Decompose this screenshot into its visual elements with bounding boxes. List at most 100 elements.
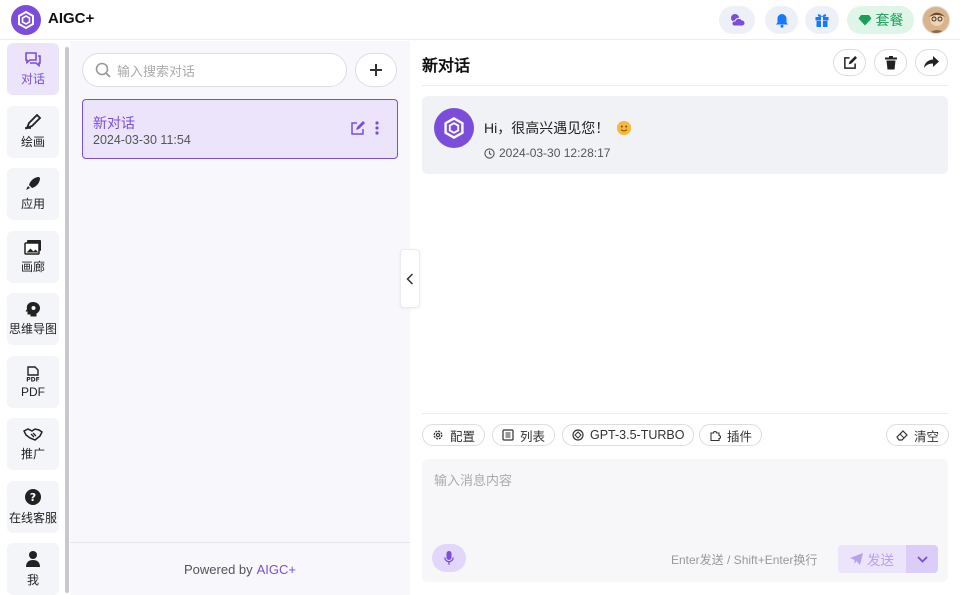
nav-scrollbar[interactable] [65,47,69,593]
message-input-placeholder: 输入消息内容 [434,473,513,488]
mindmap-icon [25,302,40,317]
nav-item-label: PDF [21,384,45,399]
package-label: 套餐 [875,12,904,28]
message-time-row: 2024-03-30 12:28:17 [484,146,610,160]
search-placeholder: 输入搜索对话 [117,63,196,79]
voice-input-button[interactable] [432,544,466,572]
chat-icon [25,52,41,67]
top-bar: AIGC+ 套餐 [0,0,960,40]
weather-button[interactable] [719,6,755,34]
trash-icon [884,55,897,69]
nav-item-mindmap[interactable]: 思维导图 [7,293,59,345]
message-text-row: Hi，很高兴遇见您！ [484,118,632,138]
message-text: Hi，很高兴遇见您！ [484,120,610,136]
weather-icon [731,14,746,27]
list-button[interactable]: 列表 [492,424,556,446]
clock-icon [484,147,495,159]
handshake-icon [23,428,43,441]
send-options-button[interactable] [906,545,938,573]
logo-icon[interactable] [11,5,41,35]
clear-label: 清空 [914,429,940,444]
app-brand: AIGC+ [48,10,95,27]
collapse-sidebar-button[interactable] [400,249,420,308]
plugins-button[interactable]: 插件 [699,424,763,446]
config-button[interactable]: 配置 [422,424,486,446]
list-label: 列表 [520,429,546,444]
nav-item-label: 在线客服 [8,511,57,525]
pdf-icon: PDF [26,365,40,382]
nav-item-label: 我 [26,573,39,587]
keyboard-hint: Enter发送 / Shift+Enter换行 [671,553,818,567]
list-icon [502,429,514,441]
nav-item-label: 对话 [20,72,45,86]
paper-plane-icon [850,553,863,565]
plus-icon [370,64,382,76]
nav-item-apps[interactable]: 应用 [7,168,59,220]
notification-button[interactable] [765,6,798,34]
delete-conversation-button[interactable] [874,49,907,76]
chevron-down-icon [916,555,928,563]
nav-item-gallery[interactable]: 画廊 [7,231,59,283]
gear-icon [433,430,443,440]
powered-by-link[interactable]: AIGC+ [257,562,296,577]
bell-icon [775,13,788,28]
left-nav: 对话 绘画 应用 画廊 思维导图 PDF PDF 推广 ? 在线客服 我 [0,41,70,595]
powered-by-footer: Powered by AIGC+ [70,542,410,595]
microphone-icon [444,551,454,565]
gallery-icon [24,240,41,255]
puzzle-icon [710,431,721,441]
edit-icon[interactable] [350,121,365,136]
nav-item-promotion[interactable]: 推广 [7,418,59,470]
edit-icon [843,55,857,69]
nav-item-support[interactable]: ? 在线客服 [7,481,59,533]
more-vertical-icon[interactable] [375,121,379,135]
header-divider [422,85,948,86]
gift-icon [815,14,829,27]
share-icon [924,56,939,68]
conversation-time: 2024-03-30 11:54 [93,133,191,147]
new-conversation-button[interactable] [355,53,397,87]
send-label: 发送 [867,553,894,568]
chat-title: 新对话 [422,58,471,75]
nav-item-label: 推广 [20,447,45,461]
send-button[interactable]: 发送 [838,545,906,573]
message-item: Hi，很高兴遇见您！ 2024-03-30 12:28:17 [422,96,948,174]
model-icon [572,429,584,441]
clear-button[interactable]: 清空 [886,424,950,446]
conversation-item[interactable]: 新对话 2024-03-30 11:54 [82,99,398,159]
conversation-title: 新对话 [93,115,135,131]
nav-item-chat[interactable]: 对话 [7,43,59,95]
search-input[interactable]: 输入搜索对话 [82,53,347,87]
svg-text:?: ? [30,491,36,504]
message-input[interactable]: 输入消息内容 Enter发送 / Shift+Enter换行 发送 [422,459,948,582]
model-select-button[interactable]: GPT-3.5-TURBO [562,424,695,446]
config-label: 配置 [450,429,476,444]
nav-item-pdf[interactable]: PDF PDF [7,356,59,408]
svg-text:PDF: PDF [26,376,39,382]
nav-item-me[interactable]: 我 [7,543,59,595]
nav-item-label: 思维导图 [8,322,57,336]
package-button[interactable]: 套餐 [847,6,914,34]
user-icon [26,551,40,567]
rocket-icon [26,177,40,190]
nav-item-label: 画廊 [20,260,45,274]
help-icon: ? [25,489,41,505]
conversation-panel: 输入搜索对话 新对话 2024-03-30 11:54 Powered by A… [70,41,410,595]
share-button[interactable] [915,49,948,76]
nav-item-label: 绘画 [20,135,45,149]
nav-item-drawing[interactable]: 绘画 [7,106,59,158]
nav-item-label: 应用 [20,197,45,211]
message-time: 2024-03-30 12:28:17 [499,146,611,160]
edit-title-button[interactable] [833,49,866,76]
chevron-left-icon [406,272,414,285]
model-label: GPT-3.5-TURBO [590,428,685,442]
powered-by-text: Powered by [183,561,253,577]
smile-emoji-icon [617,121,632,135]
gift-button[interactable] [805,6,839,34]
diamond-icon [858,15,871,26]
eraser-icon [896,430,908,441]
user-avatar[interactable] [922,6,950,34]
search-icon [95,62,111,78]
plugins-label: 插件 [727,429,753,444]
brush-icon [25,114,42,130]
